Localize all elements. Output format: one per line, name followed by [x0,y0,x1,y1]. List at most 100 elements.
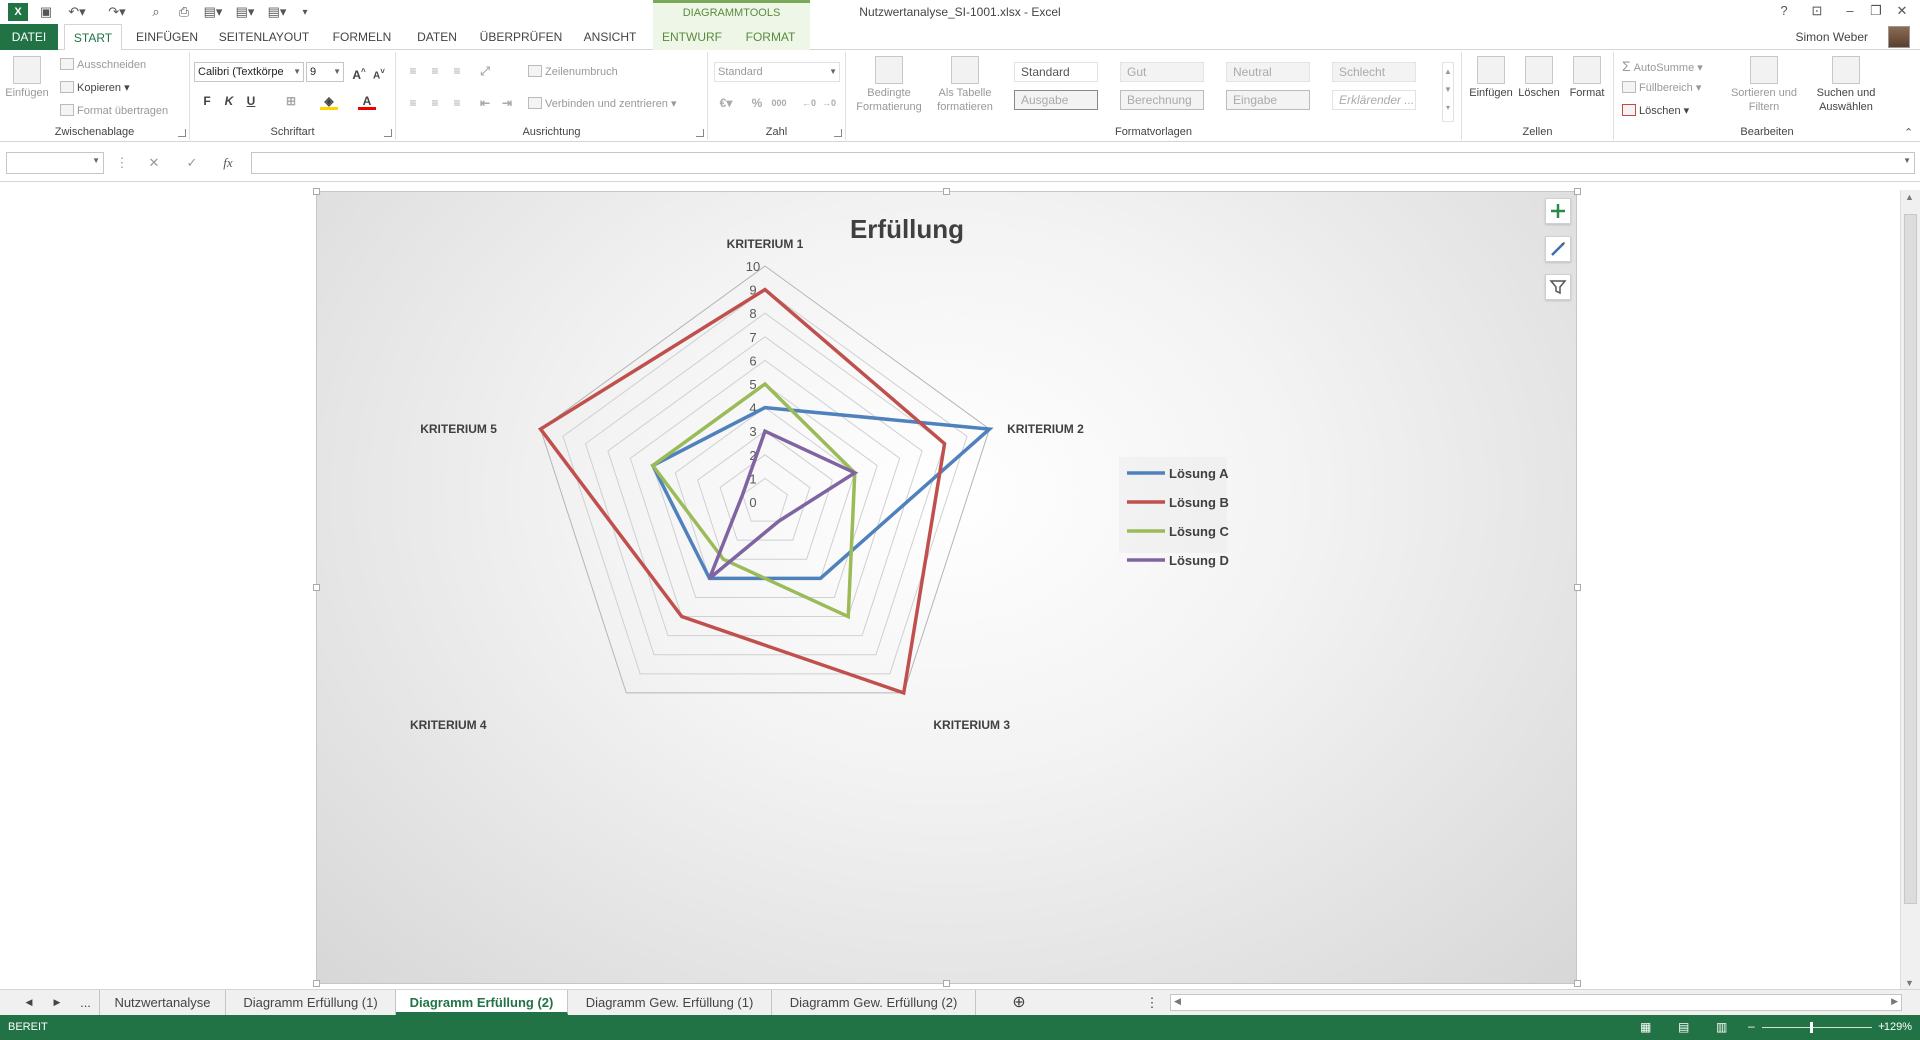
fill-button[interactable]: Füllbereich ▾ [1622,81,1701,94]
expand-formula-icon[interactable]: ▼ [1903,156,1911,165]
styles-gallery-scroll-icon[interactable]: ▲ ▼ ▾ [1442,62,1454,122]
sort-filter-button[interactable]: Sortieren und Filtern [1726,56,1802,114]
chart-styles-button[interactable] [1545,236,1571,262]
style-erklaerender[interactable]: Erklärender ... [1332,90,1416,110]
orientation-icon[interactable]: ⤢ [476,62,494,80]
resize-handle-left[interactable] [313,584,320,591]
formula-input[interactable]: ▼ [251,152,1915,174]
insert-function-button[interactable]: fx [218,155,238,171]
resize-handle-right[interactable] [1574,584,1581,591]
percent-button[interactable]: % [748,94,766,112]
page-layout-view-icon[interactable]: ▤ [1678,1020,1689,1034]
scroll-right-icon[interactable]: ▶ [1891,996,1898,1007]
page-break-view-icon[interactable]: ▥ [1716,1020,1727,1034]
decrease-indent-icon[interactable]: ⇤ [476,94,494,112]
help-button[interactable]: ? [1772,3,1796,21]
vertical-scrollbar[interactable]: ▲ ▼ [1900,190,1920,990]
tab-entwurf[interactable]: ENTWURF [653,24,731,50]
clear-button[interactable]: Löschen ▾ [1622,104,1689,117]
sheet-tab-diagramm-erfuellung-2[interactable]: Diagramm Erfüllung (2) [396,990,568,1015]
confirm-formula-icon[interactable]: ✓ [182,155,202,171]
restore-icon[interactable]: ❐ [1864,3,1888,21]
align-bottom-icon[interactable]: ≡ [448,62,466,80]
sheet-tab-diagramm-gew-erfuellung-2[interactable]: Diagramm Gew. Erfüllung (2) [772,990,976,1015]
conditional-formatting-button[interactable]: Bedingte Formatierung [852,56,926,114]
autosum-button[interactable]: Σ AutoSumme ▾ [1622,58,1703,74]
italic-button[interactable]: K [220,92,238,110]
style-berechnung[interactable]: Berechnung [1120,90,1204,110]
style-neutral[interactable]: Neutral [1226,62,1310,82]
alignment-launcher-icon[interactable] [696,129,704,137]
paste-button[interactable]: Einfügen [4,56,50,100]
chart-area[interactable]: Erfüllung 0 1 2 3 4 5 6 7 8 9 10 KRITERIUM 1 KRITER… [316,191,1577,984]
insert-cells-button[interactable]: Einfügen [1468,56,1514,100]
sheet-tab-nutzwertanalyse[interactable]: Nutzwertanalyse [100,990,226,1015]
chart-legend[interactable]: Lösung A Lösung B Lösung C Lösung D [1119,457,1230,568]
clipboard-launcher-icon[interactable] [178,129,186,137]
normal-view-icon[interactable]: ▦ [1640,1020,1651,1034]
font-launcher-icon[interactable] [384,129,392,137]
tab-seitenlayout[interactable]: SEITENLAYOUT [214,24,314,50]
resize-handle-bottom-left[interactable] [313,980,320,987]
tab-start[interactable]: START [64,24,122,51]
sheet-prev-icon[interactable]: ◀ [18,990,40,1015]
collapse-ribbon-icon[interactable]: ⌃ [1904,126,1913,139]
tab-formeln[interactable]: FORMELN [326,24,398,50]
wrap-text-button[interactable]: Zeilenumbruch [528,65,618,78]
format-as-table-button[interactable]: Als Tabelle formatieren [930,56,1000,114]
vertical-scroll-thumb[interactable] [1904,214,1917,904]
currency-icon[interactable]: €▾ [714,94,738,112]
radar-chart[interactable]: Erfüllung 012345678910 KRITERIUM 1KRITER… [317,192,1578,985]
font-size-select[interactable]: 9 ▼ [306,62,344,82]
copy-button[interactable]: Kopieren ▾ [60,81,130,94]
style-eingabe[interactable]: Eingabe [1226,90,1310,110]
tab-ansicht[interactable]: ANSICHT [576,24,644,50]
cancel-formula-icon[interactable]: ✕ [144,155,164,171]
legend-entry[interactable]: Lösung A [1169,466,1229,481]
tab-einfuegen[interactable]: EINFÜGEN [130,24,204,50]
chart-elements-button[interactable] [1545,198,1571,224]
align-right-icon[interactable]: ≡ [448,94,466,112]
zoom-out-icon[interactable]: – [1748,1019,1755,1033]
new-sheet-icon[interactable]: ⊕ [1004,990,1034,1015]
formula-more-icon[interactable]: ⋮ [112,155,132,171]
fill-color-icon[interactable]: ◈ [320,92,338,110]
cut-button[interactable]: Ausschneiden [60,58,146,71]
tab-format[interactable]: FORMAT [731,24,810,50]
format-painter-button[interactable]: Format übertragen [60,104,168,117]
style-gut[interactable]: Gut [1120,62,1204,82]
legend-entry[interactable]: Lösung B [1169,495,1229,510]
resize-handle-bottom-right[interactable] [1574,980,1581,987]
resize-handle-top-right[interactable] [1574,188,1581,195]
style-schlecht[interactable]: Schlecht [1332,62,1416,82]
scroll-left-icon[interactable]: ◀ [1174,996,1181,1007]
delete-cells-button[interactable]: Löschen [1516,56,1562,100]
tab-datei[interactable]: DATEI [0,24,58,50]
ribbon-display-icon[interactable]: ⊡ [1805,3,1829,21]
legend-entry[interactable]: Lösung C [1169,524,1230,539]
shrink-font-icon[interactable]: A˅ [370,63,388,81]
font-color-icon[interactable]: A [358,92,376,110]
decrease-decimal-icon[interactable]: →0 [820,94,838,112]
align-center-icon[interactable]: ≡ [426,94,444,112]
user-name[interactable]: Simon Weber [1796,30,1868,44]
align-left-icon[interactable]: ≡ [404,94,422,112]
style-ausgabe[interactable]: Ausgabe [1014,90,1098,110]
borders-icon[interactable]: ⊞ [282,92,300,110]
zoom-slider-thumb[interactable] [1810,1022,1813,1033]
sheet-tab-diagramm-gew-erfuellung-1[interactable]: Diagramm Gew. Erfüllung (1) [568,990,772,1015]
style-standard[interactable]: Standard [1014,62,1098,82]
tab-ueberpruefen[interactable]: ÜBERPRÜFEN [476,24,566,50]
name-box[interactable]: ▼ [6,152,104,174]
find-select-button[interactable]: Suchen und Auswählen [1806,56,1886,114]
close-icon[interactable]: ✕ [1890,3,1914,21]
sheet-tab-diagramm-erfuellung-1[interactable]: Diagramm Erfüllung (1) [226,990,396,1015]
resize-handle-bottom[interactable] [943,980,950,987]
zoom-level[interactable]: 129% [1884,1021,1912,1033]
thousands-button[interactable]: 000 [768,94,790,112]
tab-splitter-icon[interactable]: ⋮ [1144,990,1160,1015]
minimize-icon[interactable]: – [1838,3,1862,21]
zoom-slider[interactable] [1762,1027,1872,1028]
grow-font-icon[interactable]: A^ [350,63,368,82]
format-cells-button[interactable]: Format [1564,56,1610,100]
